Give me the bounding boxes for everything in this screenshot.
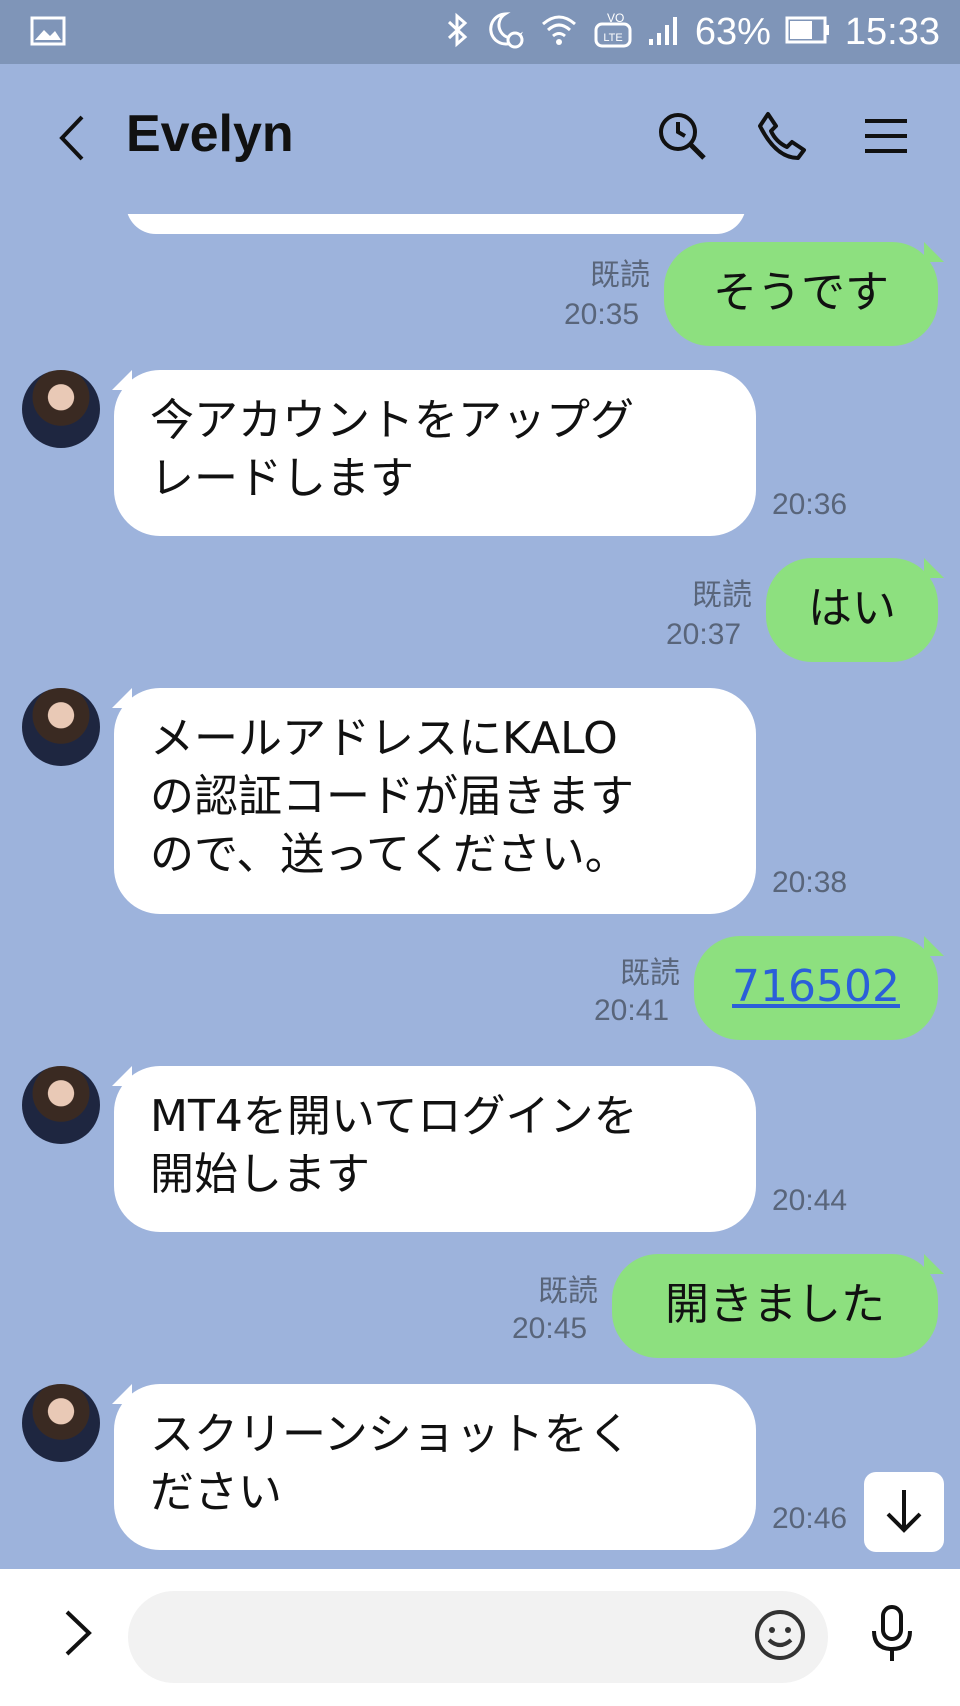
clipped-message-bubble (126, 214, 746, 234)
message-line: ださい (150, 1467, 282, 1518)
message-line: 開始します (150, 1149, 370, 1200)
message-time: 20:41 (594, 994, 670, 1027)
message-line: スクリーンショットをく (150, 1409, 632, 1460)
gallery-icon (30, 16, 66, 50)
message-input[interactable] (128, 1591, 828, 1683)
search-icon (656, 110, 708, 166)
message-line: 今アカウントをアップグ (150, 395, 634, 446)
read-receipt: 既読 (590, 258, 650, 293)
message-text: はい (808, 583, 896, 634)
message-line: メールアドレスにKALO (150, 713, 618, 764)
signal-icon (647, 13, 681, 51)
expand-menu-button[interactable] (48, 1605, 108, 1665)
chat-log[interactable]: 既読 20:35 そうです 今アカウントをアップグ レードします 20:36 既… (0, 214, 960, 1569)
incoming-message[interactable]: メールアドレスにKALO の認証コードが届きます ので、送ってください。 (114, 688, 756, 914)
bubble-tail (924, 936, 944, 956)
search-button[interactable] (652, 108, 712, 168)
bubble-tail (924, 242, 944, 262)
read-receipt: 既読 (620, 956, 680, 991)
message-line: ので、送ってください。 (150, 829, 629, 880)
bluetooth-icon (445, 12, 471, 52)
wifi-icon (539, 12, 579, 52)
avatar[interactable] (22, 688, 100, 766)
clock: 15:33 (844, 10, 940, 53)
read-receipt: 既読 (692, 578, 752, 613)
battery-percent: 63% (694, 10, 771, 53)
call-button[interactable] (752, 108, 812, 168)
message-time: 20:44 (772, 1184, 848, 1217)
battery-icon (785, 15, 831, 49)
microphone-icon (869, 1603, 915, 1669)
status-bar: LTE VO 63% 15:33 (0, 0, 960, 64)
menu-button[interactable] (856, 108, 916, 168)
message-input-bar (0, 1569, 960, 1706)
read-receipt: 既読 (538, 1274, 598, 1309)
outgoing-message[interactable]: 開きました (612, 1254, 938, 1358)
message-line: の認証コードが届きます (150, 771, 634, 822)
bubble-tail (924, 558, 944, 578)
avatar[interactable] (22, 1066, 100, 1144)
message-time: 20:37 (666, 618, 742, 651)
scroll-to-bottom-button[interactable] (864, 1472, 944, 1552)
avatar[interactable] (22, 1384, 100, 1462)
message-line: レードします (150, 453, 414, 504)
message-time: 20:35 (564, 298, 640, 331)
arrow-down-icon (882, 1486, 926, 1538)
incoming-message[interactable]: 今アカウントをアップグ レードします (114, 370, 756, 536)
message-time: 20:45 (512, 1312, 588, 1345)
message-time: 20:46 (772, 1502, 848, 1535)
message-link[interactable]: 716502 (732, 961, 900, 1012)
incoming-message[interactable]: スクリーンショットをく ださい (114, 1384, 756, 1550)
chevron-right-icon (61, 1608, 95, 1662)
volte-icon: LTE VO (593, 10, 633, 54)
menu-icon (863, 116, 909, 160)
chat-header: Evelyn (0, 64, 960, 214)
phone-icon (756, 110, 808, 166)
message-text: 開きました (665, 1279, 885, 1330)
outgoing-message[interactable]: 716502 (694, 936, 938, 1040)
outgoing-message[interactable]: そうです (664, 242, 938, 346)
message-line: MT4を開いてログインを (150, 1091, 638, 1142)
avatar[interactable] (22, 370, 100, 448)
svg-text:VO: VO (607, 11, 624, 25)
chat-title: Evelyn (126, 105, 294, 163)
message-text: そうです (713, 267, 889, 318)
alarm-moon-icon (485, 10, 525, 54)
bubble-tail (924, 1254, 944, 1274)
voice-button[interactable] (862, 1601, 922, 1671)
emoji-icon (753, 1608, 807, 1666)
back-icon (54, 113, 90, 167)
incoming-message[interactable]: MT4を開いてログインを 開始します (114, 1066, 756, 1232)
message-time: 20:36 (772, 488, 848, 521)
outgoing-message[interactable]: はい (766, 558, 938, 662)
message-time: 20:38 (772, 866, 848, 899)
back-button[interactable] (44, 112, 100, 168)
svg-text:LTE: LTE (603, 32, 622, 44)
emoji-button[interactable] (750, 1607, 810, 1667)
